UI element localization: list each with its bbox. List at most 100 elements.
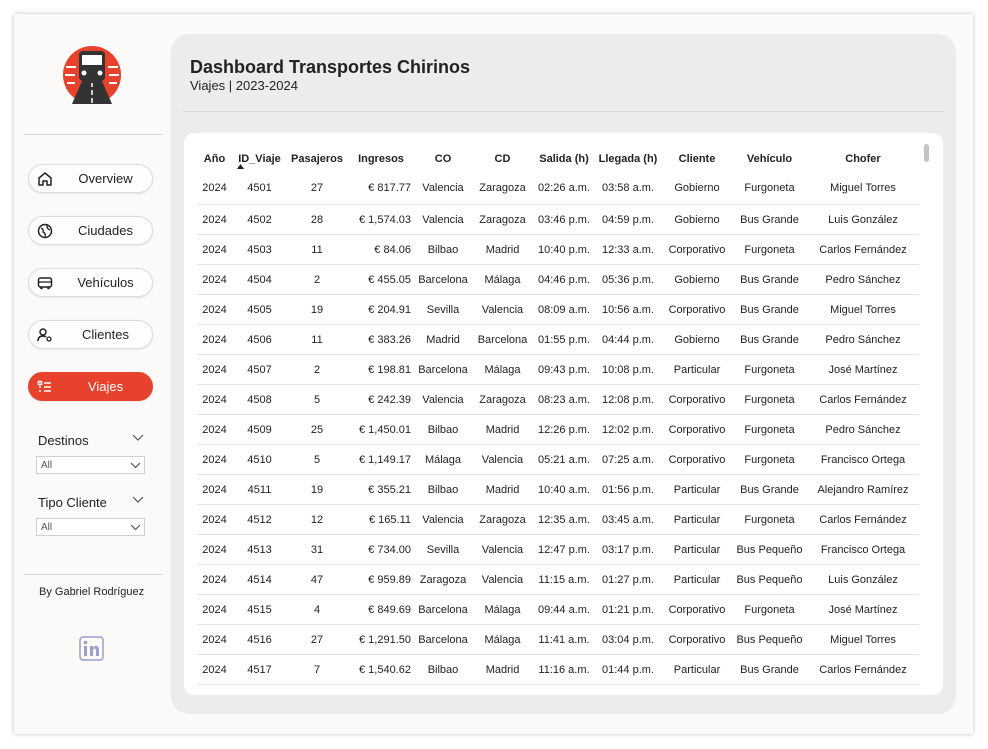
table-cell: 25: [287, 414, 347, 445]
table-cell: Furgoneta: [732, 354, 807, 385]
chevron-down-icon[interactable]: [132, 434, 144, 442]
table-cell: 07:25 a.m.: [594, 444, 662, 475]
table-row[interactable]: 2024 4512 12 € 165.11 Valencia Zaragoza 12:35 …: [197, 504, 919, 535]
table-cell: 01:55 p.m.: [534, 324, 594, 355]
table-cell: Zaragoza: [471, 171, 534, 205]
table-cell: € 455.05: [347, 264, 415, 295]
table-cell: 4512: [232, 504, 287, 535]
table-cell: 19: [287, 474, 347, 505]
table-cell: Gobierno: [662, 204, 732, 235]
table-cell: Corporativo: [662, 294, 732, 325]
bus-logo-icon: [63, 46, 121, 104]
table-row[interactable]: 2024 4510 5 € 1,149.17 Málaga Valencia 05:21 a…: [197, 444, 919, 475]
table-row[interactable]: 2024 4509 25 € 1,450.01 Bilbao Madrid 12:26 p.…: [197, 414, 919, 445]
table-cell: Carlos Fernández: [807, 384, 919, 415]
globe-icon: [37, 223, 53, 239]
nav-vehiculos-button[interactable]: Vehículos: [28, 268, 153, 297]
table-cell: 4505: [232, 294, 287, 325]
table-cell: 2024: [197, 594, 232, 625]
nav-vehiculos-label: Vehículos: [77, 275, 134, 290]
table-row[interactable]: 2024 4508 5 € 242.39 Valencia Zaragoza 08:23 a…: [197, 384, 919, 415]
table-cell: Alejandro Ramírez: [807, 474, 919, 505]
table-cell: 12:02 p.m.: [594, 414, 662, 445]
table-cell: 31: [287, 534, 347, 565]
column-header[interactable]: Salida (h): [534, 146, 594, 171]
table-cell: Zaragoza: [471, 504, 534, 535]
table-cell: € 242.39: [347, 384, 415, 415]
table-cell: Barcelona: [415, 594, 471, 625]
table-row[interactable]: 2024 4504 2 € 455.05 Barcelona Málaga 04:46 p.…: [197, 264, 919, 295]
table-cell: Bilbao: [415, 234, 471, 265]
column-header[interactable]: Ingresos: [347, 146, 415, 171]
table-row[interactable]: 2024 4507 2 € 198.81 Barcelona Málaga 09:43 p.…: [197, 354, 919, 385]
page-subtitle: Viajes | 2023-2024: [190, 78, 298, 93]
table-row[interactable]: 2024 4505 19 € 204.91 Sevilla Valencia 08:09 a…: [197, 294, 919, 325]
table-cell: Zaragoza: [415, 564, 471, 595]
table-cell: Miguel Torres: [807, 171, 919, 205]
nav-ciudades-button[interactable]: Ciudades: [28, 216, 153, 245]
table-cell: 05:21 a.m.: [534, 444, 594, 475]
column-header[interactable]: Año: [197, 146, 232, 171]
table-cell: € 734.00: [347, 534, 415, 565]
table-cell: José Martínez: [807, 354, 919, 385]
table-cell: 5: [287, 384, 347, 415]
table-cell: 03:58 a.m.: [594, 171, 662, 205]
table-row[interactable]: 2024 4501 27 € 817.77 Valencia Zaragoza 02:26 …: [197, 171, 919, 205]
nav-overview-button[interactable]: Overview: [28, 164, 153, 193]
table-cell: Gobierno: [662, 324, 732, 355]
table-row[interactable]: 2024 4502 28 € 1,574.03 Valencia Zaragoza 03:4…: [197, 204, 919, 235]
table-cell: Furgoneta: [732, 414, 807, 445]
column-header[interactable]: Vehículo: [732, 146, 807, 171]
table-cell: Valencia: [471, 564, 534, 595]
table-row[interactable]: 2024 4503 11 € 84.06 Bilbao Madrid 10:40 p.m. 1…: [197, 234, 919, 265]
tipo-cliente-select[interactable]: All: [36, 518, 145, 536]
table-cell: 09:43 p.m.: [534, 354, 594, 385]
table-row[interactable]: 2024 4511 19 € 355.21 Bilbao Madrid 10:40 a.m.…: [197, 474, 919, 505]
table-cell: 04:44 p.m.: [594, 324, 662, 355]
table-cell: 2024: [197, 564, 232, 595]
table-cell: 12:26 p.m.: [534, 414, 594, 445]
table-cell: Corporativo: [662, 384, 732, 415]
nav-viajes-button[interactable]: Viajes: [28, 372, 153, 401]
table-cell: Pedro Sánchez: [807, 264, 919, 295]
table-cell: 2024: [197, 234, 232, 265]
destinos-select[interactable]: All: [36, 456, 145, 474]
nav-clientes-button[interactable]: Clientes: [28, 320, 153, 349]
table-cell: 12:08 p.m.: [594, 384, 662, 415]
column-header[interactable]: CO: [415, 146, 471, 171]
table-cell: Luis González: [807, 204, 919, 235]
table-cell: Gobierno: [662, 171, 732, 205]
table-cell: Sevilla: [415, 534, 471, 565]
column-header[interactable]: Chofer: [807, 146, 919, 171]
table-cell: 4506: [232, 324, 287, 355]
table-cell: Bus Grande: [732, 264, 807, 295]
table-cell: 04:46 p.m.: [534, 264, 594, 295]
column-header[interactable]: CD: [471, 146, 534, 171]
bus-icon: [37, 277, 53, 290]
column-header[interactable]: Cliente: [662, 146, 732, 171]
table-cell: 4516: [232, 624, 287, 655]
table-cell: Málaga: [471, 594, 534, 625]
table-cell: 4507: [232, 354, 287, 385]
table-cell: 27: [287, 171, 347, 205]
table-cell: 01:21 p.m.: [594, 594, 662, 625]
table-cell: Furgoneta: [732, 234, 807, 265]
table-row[interactable]: 2024 4514 47 € 959.89 Zaragoza Valencia 11:15 …: [197, 564, 919, 595]
table-body: 2024 4501 27 € 817.77 Valencia Zaragoza 02:26 …: [197, 171, 919, 685]
table-cell: 2024: [197, 354, 232, 385]
table-row[interactable]: 2024 4515 4 € 849.69 Barcelona Málaga 09:44 a.…: [197, 594, 919, 625]
table-row[interactable]: 2024 4517 7 € 1,540.62 Bilbao Madrid 11:16 a.m…: [197, 654, 919, 685]
linkedin-icon[interactable]: [79, 636, 104, 661]
table-scrollbar[interactable]: [924, 144, 929, 162]
table-row[interactable]: 2024 4513 31 € 734.00 Sevilla Valencia 12:47 p…: [197, 534, 919, 565]
table-row[interactable]: 2024 4506 11 € 383.26 Madrid Barcelona 01:55 p…: [197, 324, 919, 355]
column-header[interactable]: Llegada (h): [594, 146, 662, 171]
table-row[interactable]: 2024 4516 27 € 1,291.50 Barcelona Málaga 11:41…: [197, 624, 919, 655]
sidebar-divider: [24, 134, 163, 135]
table-cell: € 383.26: [347, 324, 415, 355]
chevron-down-icon[interactable]: [132, 496, 144, 504]
column-header[interactable]: Pasajeros: [287, 146, 347, 171]
table-cell: 12:33 a.m.: [594, 234, 662, 265]
table-cell: Furgoneta: [732, 504, 807, 535]
table-cell: 10:08 p.m.: [594, 354, 662, 385]
